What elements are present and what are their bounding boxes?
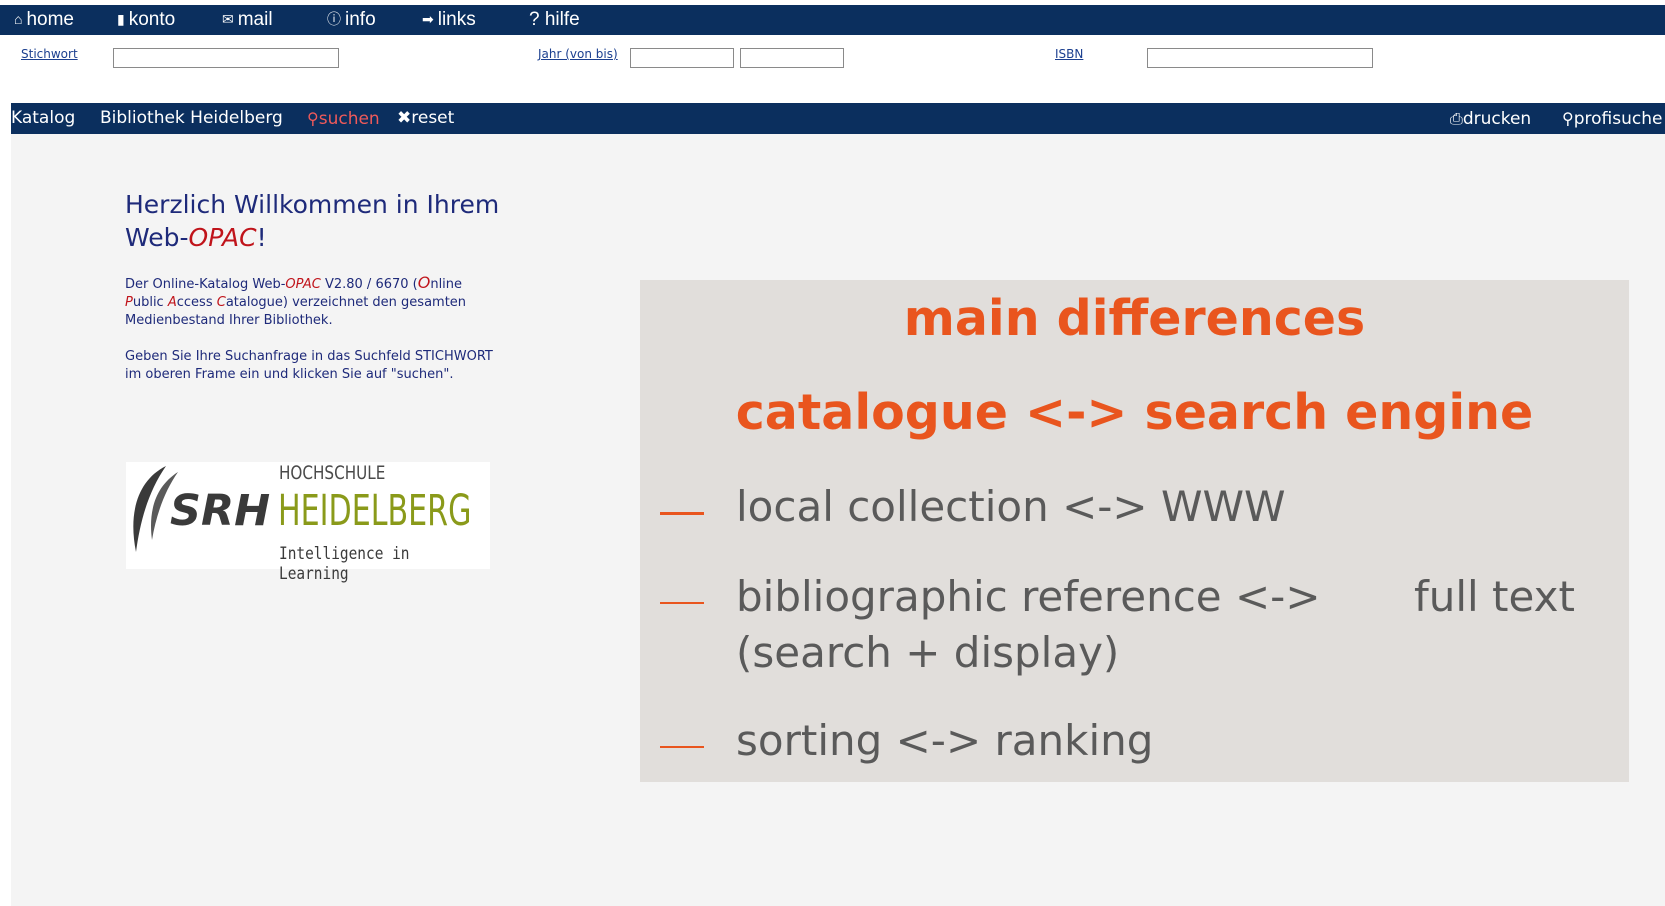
jahr-von-input[interactable] <box>630 48 734 68</box>
logo-hochschule: HOCHSCHULE <box>279 462 386 484</box>
nav-mail[interactable]: ✉ mail <box>222 5 273 35</box>
home-icon: ⌂ <box>14 11 23 27</box>
nav-links-label: links <box>437 9 476 30</box>
logo-srh: SRH <box>170 486 271 536</box>
nav-konto-label: konto <box>128 9 176 30</box>
jahr-bis-input[interactable] <box>740 48 844 68</box>
print-button[interactable]: ⎙drucken <box>1450 103 1531 134</box>
isbn-input[interactable] <box>1147 48 1373 68</box>
p1-c-initial: C <box>216 295 226 310</box>
welcome-paragraph-1: Der Online-Katalog Web-OPAC V2.80 / 6670… <box>125 274 495 330</box>
nav-home[interactable]: ⌂ home <box>14 5 74 35</box>
logo-heidelberg: HEIDELBERG <box>278 486 472 536</box>
p1-p-initial: P <box>125 295 133 310</box>
account-icon: ▮ <box>117 11 125 27</box>
stichwort-label[interactable]: Stichwort <box>21 47 78 61</box>
info-icon: ⓘ <box>327 11 341 27</box>
isbn-label[interactable]: ISBN <box>1055 47 1083 61</box>
logo-tagline: Intelligence in Learning <box>279 544 410 584</box>
jahr-label[interactable]: Jahr (von bis) <box>538 47 618 61</box>
stichwort-input[interactable] <box>113 48 339 68</box>
nav-konto[interactable]: ▮ konto <box>117 5 175 35</box>
welcome-title-end: ! <box>256 223 267 252</box>
reset-button[interactable]: ✖reset <box>397 103 454 134</box>
printer-icon: ⎙ <box>1450 109 1463 128</box>
nav-mail-label: mail <box>237 9 273 30</box>
slide-heading-1: main differences <box>903 290 1366 347</box>
p1-opac: OPAC <box>285 277 321 292</box>
welcome-paragraph-2: Geben Sie Ihre Suchanfrage in das Suchfe… <box>125 349 493 382</box>
mail-icon: ✉ <box>222 11 234 27</box>
bullet-dash-3 <box>660 746 704 748</box>
bullet-2-line-1: bibliographic reference <-> full text <box>736 572 1575 621</box>
search-button[interactable]: ⚲suchen <box>307 103 380 134</box>
p1-o-initial: O <box>417 273 431 292</box>
p1-text-a: Der Online-Katalog Web- <box>125 277 286 292</box>
catalog-toolbar: Katalog Bibliothek Heidelberg ⚲suchen ✖r… <box>11 103 1665 134</box>
welcome-title: Herzlich Willkommen in Ihrem Web-OPAC! <box>125 188 525 254</box>
nav-hilfe[interactable]: ? hilfe <box>529 5 580 35</box>
slide-panel: main differences catalogue <-> search en… <box>640 280 1629 782</box>
search-icon: ⚲ <box>307 109 319 128</box>
p1-a-initial: A <box>167 295 177 310</box>
bullet-dash-2 <box>660 602 704 604</box>
p1-text-b: V2.80 / 6670 ( <box>320 277 418 292</box>
welcome-title-text: Herzlich Willkommen in Ihrem Web- <box>125 190 500 252</box>
magnifier-icon: ⚲ <box>1562 109 1574 128</box>
tab-bibliothek-heidelberg[interactable]: Bibliothek Heidelberg <box>100 103 283 134</box>
bullet-2-line-2: (search + display) <box>736 628 1120 677</box>
top-nav-bar: ⌂ home ▮ konto ✉ mail ⓘ info ➡ links ? hilfe <box>0 5 1665 35</box>
nav-info-label: info <box>345 9 376 30</box>
bullet-3: sorting <-> ranking <box>736 716 1154 765</box>
search-button-label: suchen <box>318 109 380 129</box>
search-form: Stichwort Jahr (von bis) ISBN <box>0 35 1665 103</box>
reset-button-label: reset <box>411 108 455 128</box>
bullet-1: local collection <-> WWW <box>736 482 1286 531</box>
advanced-search-button[interactable]: ⚲profisuche <box>1562 103 1662 134</box>
tab-katalog[interactable]: Katalog <box>11 103 75 134</box>
nav-info[interactable]: ⓘ info <box>327 5 376 35</box>
slide-heading-2: catalogue <-> search engine <box>735 384 1534 441</box>
p1-text-e: ccess <box>176 295 217 310</box>
srh-logo: SRH HOCHSCHULE HEIDELBERG Intelligence i… <box>126 462 490 584</box>
p1-text-c: nline <box>430 277 463 292</box>
p1-text-d: ublic <box>132 295 168 310</box>
welcome-title-opac: OPAC <box>188 223 257 252</box>
print-button-label: drucken <box>1462 109 1532 129</box>
advanced-search-label: profisuche <box>1573 109 1663 129</box>
bullet-dash-1 <box>660 512 704 515</box>
nav-links[interactable]: ➡ links <box>422 5 476 35</box>
nav-hilfe-label: ? hilfe <box>529 9 580 30</box>
close-icon: ✖ <box>397 108 412 128</box>
nav-home-label: home <box>26 9 74 30</box>
arrow-right-icon: ➡ <box>422 11 434 27</box>
